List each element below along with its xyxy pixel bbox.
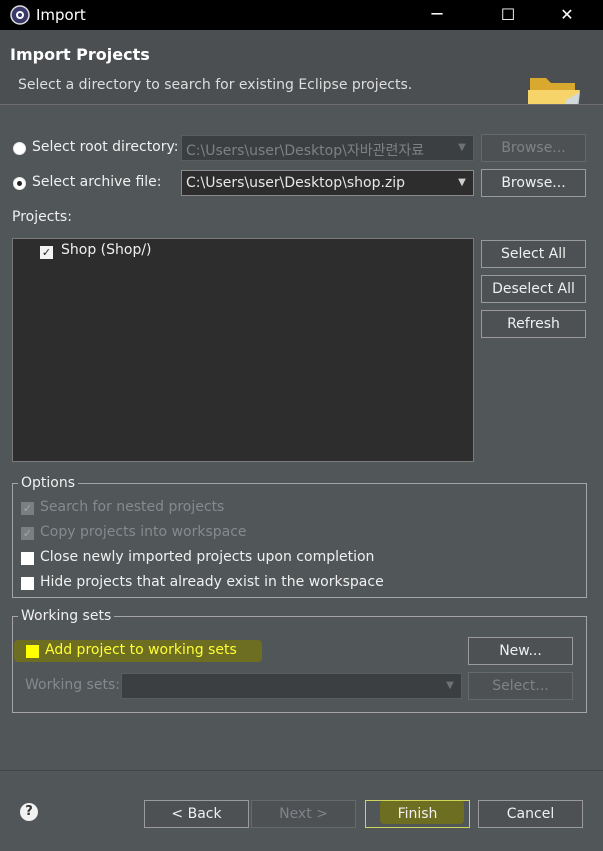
page-title: Import Projects bbox=[10, 45, 150, 64]
archive-file-label: Select archive file: bbox=[32, 174, 162, 190]
finish-button[interactable]: Finish bbox=[365, 800, 470, 828]
deselect-all-button[interactable]: Deselect All bbox=[481, 275, 586, 303]
working-sets-label: Working sets: bbox=[25, 677, 120, 693]
project-checkbox[interactable]: ✓ bbox=[40, 246, 53, 259]
archive-file-combo[interactable]: C:\Users\user\Desktop\shop.zip ▼ bbox=[181, 170, 474, 196]
chevron-down-icon: ▼ bbox=[458, 142, 466, 153]
working-sets-combo: ▼ bbox=[121, 673, 462, 699]
projects-label: Projects: bbox=[12, 209, 72, 225]
maximize-button[interactable]: ☐ bbox=[485, 0, 531, 30]
window-title: Import bbox=[36, 6, 86, 24]
cancel-button[interactable]: Cancel bbox=[478, 800, 583, 828]
working-sets-legend: Working sets bbox=[18, 608, 115, 624]
project-item-label: Shop (Shop/) bbox=[61, 242, 152, 258]
page-subtitle: Select a directory to search for existin… bbox=[18, 77, 413, 93]
select-working-sets-button: Select... bbox=[468, 672, 573, 700]
nested-projects-label: Search for nested projects bbox=[40, 499, 225, 515]
next-button: Next > bbox=[251, 800, 356, 828]
close-projects-label: Close newly imported projects upon compl… bbox=[40, 549, 375, 565]
back-button[interactable]: < Back bbox=[144, 800, 249, 828]
projects-list[interactable]: ✓ Shop (Shop/) bbox=[12, 238, 474, 462]
root-directory-label: Select root directory: bbox=[32, 139, 179, 155]
eclipse-icon bbox=[10, 5, 30, 25]
root-browse-button: Browse... bbox=[481, 134, 586, 162]
copy-projects-label: Copy projects into workspace bbox=[40, 524, 247, 540]
close-projects-checkbox[interactable] bbox=[21, 552, 34, 565]
options-legend: Options bbox=[18, 475, 79, 491]
select-all-button[interactable]: Select All bbox=[481, 240, 586, 268]
root-directory-combo: C:\Users\user\Desktop\자바관련자료 ▼ bbox=[181, 135, 474, 161]
add-working-sets-label: Add project to working sets bbox=[45, 642, 237, 658]
radio-dot bbox=[17, 181, 22, 186]
title-bar: Import ─ ☐ ✕ bbox=[0, 0, 603, 30]
root-directory-radio[interactable] bbox=[13, 142, 26, 155]
help-icon[interactable]: ? bbox=[20, 803, 38, 821]
hide-projects-checkbox[interactable] bbox=[21, 577, 34, 590]
close-button[interactable]: ✕ bbox=[544, 0, 590, 30]
archive-browse-button[interactable]: Browse... bbox=[481, 169, 586, 197]
minimize-button[interactable]: ─ bbox=[414, 0, 460, 30]
nested-projects-checkbox: ✓ bbox=[21, 502, 34, 515]
dialog-header: Import Projects Select a directory to se… bbox=[0, 30, 603, 126]
add-working-sets-checkbox[interactable] bbox=[26, 645, 39, 658]
copy-projects-checkbox: ✓ bbox=[21, 527, 34, 540]
hide-projects-label: Hide projects that already exist in the … bbox=[40, 574, 384, 590]
archive-file-radio[interactable] bbox=[13, 177, 26, 190]
chevron-down-icon[interactable]: ▼ bbox=[451, 171, 473, 195]
new-working-set-button[interactable]: New... bbox=[468, 637, 573, 665]
refresh-button[interactable]: Refresh bbox=[481, 310, 586, 338]
root-directory-value: C:\Users\user\Desktop\자바관련자료 bbox=[186, 143, 425, 159]
chevron-down-icon: ▼ bbox=[446, 680, 454, 691]
archive-file-value: C:\Users\user\Desktop\shop.zip bbox=[186, 175, 406, 191]
